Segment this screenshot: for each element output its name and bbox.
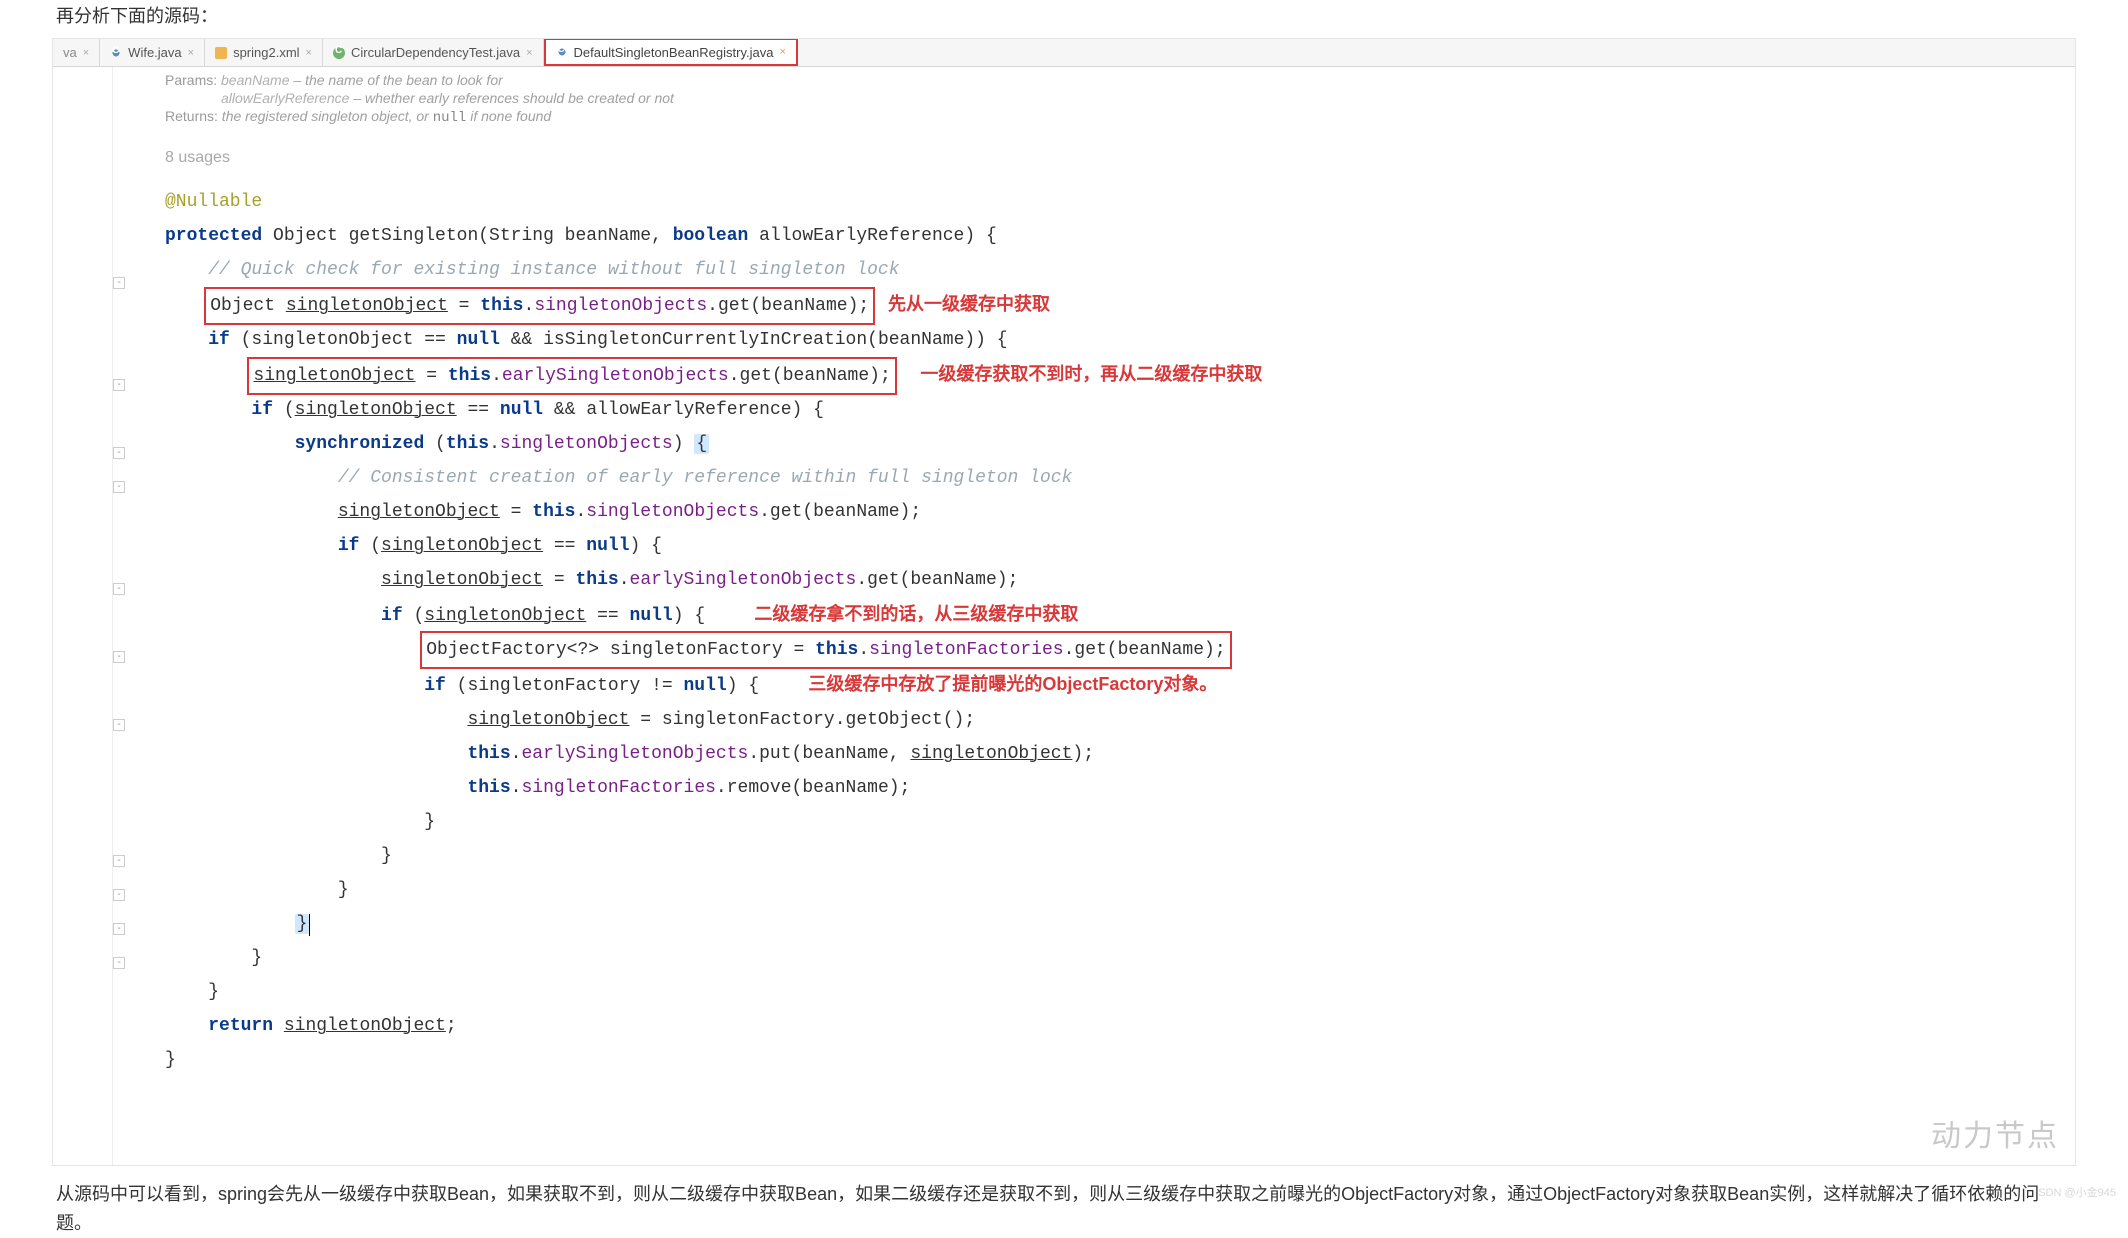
doc-code: null <box>433 110 467 126</box>
tab-label: va <box>63 45 77 60</box>
close-icon[interactable]: × <box>306 47 312 59</box>
tab-label: spring2.xml <box>233 45 299 60</box>
doc-param-desc: – the name of the bean to look for <box>290 72 503 88</box>
code-line: if (singletonObject == null) { 二级缓存拿不到的话… <box>113 597 2075 633</box>
sdn-watermark: SDN @小金945 <box>2038 1184 2116 1200</box>
keyword: boolean <box>673 226 749 246</box>
code-line: Object singletonObject = this.singletonO… <box>113 287 2075 323</box>
code-line-caret: } <box>113 907 2075 941</box>
code-line: singletonObject = this.singletonObjects.… <box>113 495 2075 529</box>
code-line: protected Object getSingleton(String bea… <box>113 219 2075 253</box>
gutter: - - - - - - - - - - - <box>53 67 113 1166</box>
tab-default-singleton-registry[interactable]: DefaultSingletonBeanRegistry.java × <box>544 38 798 66</box>
code-line: if (singletonFactory != null) { 三级缓存中存放了… <box>113 667 2075 703</box>
code-line: singletonObject = this.earlySingletonObj… <box>113 357 2075 393</box>
class-icon <box>110 47 122 59</box>
code-line: } <box>113 1043 2075 1077</box>
doc-param-desc: – whether early references should be cre… <box>349 90 674 106</box>
doc-returns-label: Returns: <box>165 108 218 124</box>
class-icon <box>333 47 345 59</box>
matched-brace: { <box>694 434 709 454</box>
doc-params-label: Params: <box>165 72 217 88</box>
close-icon[interactable]: × <box>779 46 785 58</box>
code-line: } <box>113 805 2075 839</box>
doc-returns: the registered singleton object, or <box>218 108 433 124</box>
code-line: if (singletonObject == null) { <box>113 529 2075 563</box>
code-line: this.singletonFactories.remove(beanName)… <box>113 771 2075 805</box>
code-line: return singletonObject; <box>113 1009 2075 1043</box>
code-line: ObjectFactory<?> singletonFactory = this… <box>113 633 2075 667</box>
annotation-text: 三级缓存中存放了提前曝光的ObjectFactory对象。 <box>808 674 1217 694</box>
close-icon[interactable]: × <box>526 47 532 59</box>
usages-hint[interactable]: 8 usages <box>113 127 2075 185</box>
annotation: @Nullable <box>113 185 2075 219</box>
code-line: } <box>113 941 2075 975</box>
code-area[interactable]: Params: beanName – the name of the bean … <box>113 67 2075 1166</box>
tab-label: CircularDependencyTest.java <box>351 45 520 60</box>
annotation-text: 先从一级缓存中获取 <box>888 294 1050 314</box>
code-line: // Quick check for existing instance wit… <box>113 253 2075 287</box>
watermark: 动力节点 <box>1931 1111 2059 1155</box>
annotation-text: 二级缓存拿不到的话，从三级缓存中获取 <box>754 604 1078 624</box>
code-line: synchronized (this.singletonObjects) { <box>113 427 2075 461</box>
note-bottom: 从源码中可以看到，spring会先从一级缓存中获取Bean，如果获取不到，则从二… <box>0 1166 2128 1238</box>
xml-icon <box>215 47 227 59</box>
ide-window: va × Wife.java × spring2.xml × CircularD… <box>52 38 2076 1166</box>
class-icon <box>556 46 568 58</box>
javadoc: Params: beanName – the name of the bean … <box>113 71 2075 127</box>
doc-param-name: beanName <box>221 72 290 88</box>
code-line: } <box>113 975 2075 1009</box>
code-line: singletonObject = this.earlySingletonObj… <box>113 563 2075 597</box>
code-line: // Consistent creation of early referenc… <box>113 461 2075 495</box>
editor: - - - - - - - - - - - Params: beanName –… <box>53 67 2075 1166</box>
annotation-text: 一级缓存获取不到时，再从二级缓存中获取 <box>920 364 1262 384</box>
tab-spring-xml[interactable]: spring2.xml × <box>205 39 323 66</box>
tab-truncated[interactable]: va × <box>53 39 100 66</box>
tab-bar: va × Wife.java × spring2.xml × CircularD… <box>53 39 2075 67</box>
comment: // Quick check for existing instance wit… <box>208 260 899 280</box>
tab-circular-test[interactable]: CircularDependencyTest.java × <box>323 39 544 66</box>
code-line: } <box>113 839 2075 873</box>
tab-label: DefaultSingletonBeanRegistry.java <box>574 45 774 60</box>
tab-label: Wife.java <box>128 45 181 60</box>
close-icon[interactable]: × <box>83 47 89 59</box>
close-icon[interactable]: × <box>188 47 194 59</box>
note-top: 再分析下面的源码： <box>0 0 2128 38</box>
matched-brace: } <box>295 914 310 934</box>
highlight-box: ObjectFactory<?> singletonFactory = this… <box>420 631 1231 669</box>
tab-wife[interactable]: Wife.java × <box>100 39 205 66</box>
doc-param-name: allowEarlyReference <box>221 90 349 106</box>
code-line: } <box>113 873 2075 907</box>
code-line: singletonObject = singletonFactory.getOb… <box>113 703 2075 737</box>
highlight-box: Object singletonObject = this.singletonO… <box>204 287 875 325</box>
code-line: if (singletonObject == null && isSinglet… <box>113 323 2075 357</box>
highlight-box: singletonObject = this.earlySingletonObj… <box>247 357 896 395</box>
code-line: this.earlySingletonObjects.put(beanName,… <box>113 737 2075 771</box>
comment: // Consistent creation of early referenc… <box>338 468 1073 488</box>
caret <box>309 914 310 934</box>
keyword: protected <box>165 226 262 246</box>
code-line: if (singletonObject == null && allowEarl… <box>113 393 2075 427</box>
doc-returns: if none found <box>466 108 551 124</box>
